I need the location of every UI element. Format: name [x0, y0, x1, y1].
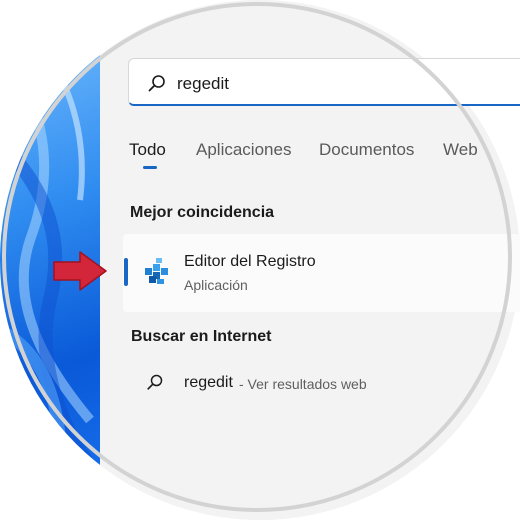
search-query-text[interactable]: regedit [177, 74, 229, 94]
app-type: Aplicación [184, 277, 248, 293]
tab-aplicaciones[interactable]: Aplicaciones [196, 140, 291, 160]
active-tab-indicator [143, 166, 157, 169]
tab-todo[interactable]: Todo [129, 140, 166, 160]
best-match-result[interactable] [123, 234, 520, 312]
selection-indicator [124, 258, 128, 286]
search-icon [148, 75, 165, 92]
internet-search-heading: Buscar en Internet [131, 328, 272, 345]
tab-documentos[interactable]: Documentos [319, 140, 414, 160]
web-search-icon [147, 374, 163, 390]
tab-web[interactable]: Web [443, 140, 478, 160]
best-match-heading: Mejor coincidencia [130, 204, 275, 221]
app-name: Editor del Registro [184, 253, 316, 270]
web-result-suffix: - Ver resultados web [239, 376, 367, 392]
pointer-arrow-icon [53, 251, 107, 291]
registry-editor-icon [145, 258, 168, 284]
web-result-query[interactable]: regedit [184, 374, 233, 392]
